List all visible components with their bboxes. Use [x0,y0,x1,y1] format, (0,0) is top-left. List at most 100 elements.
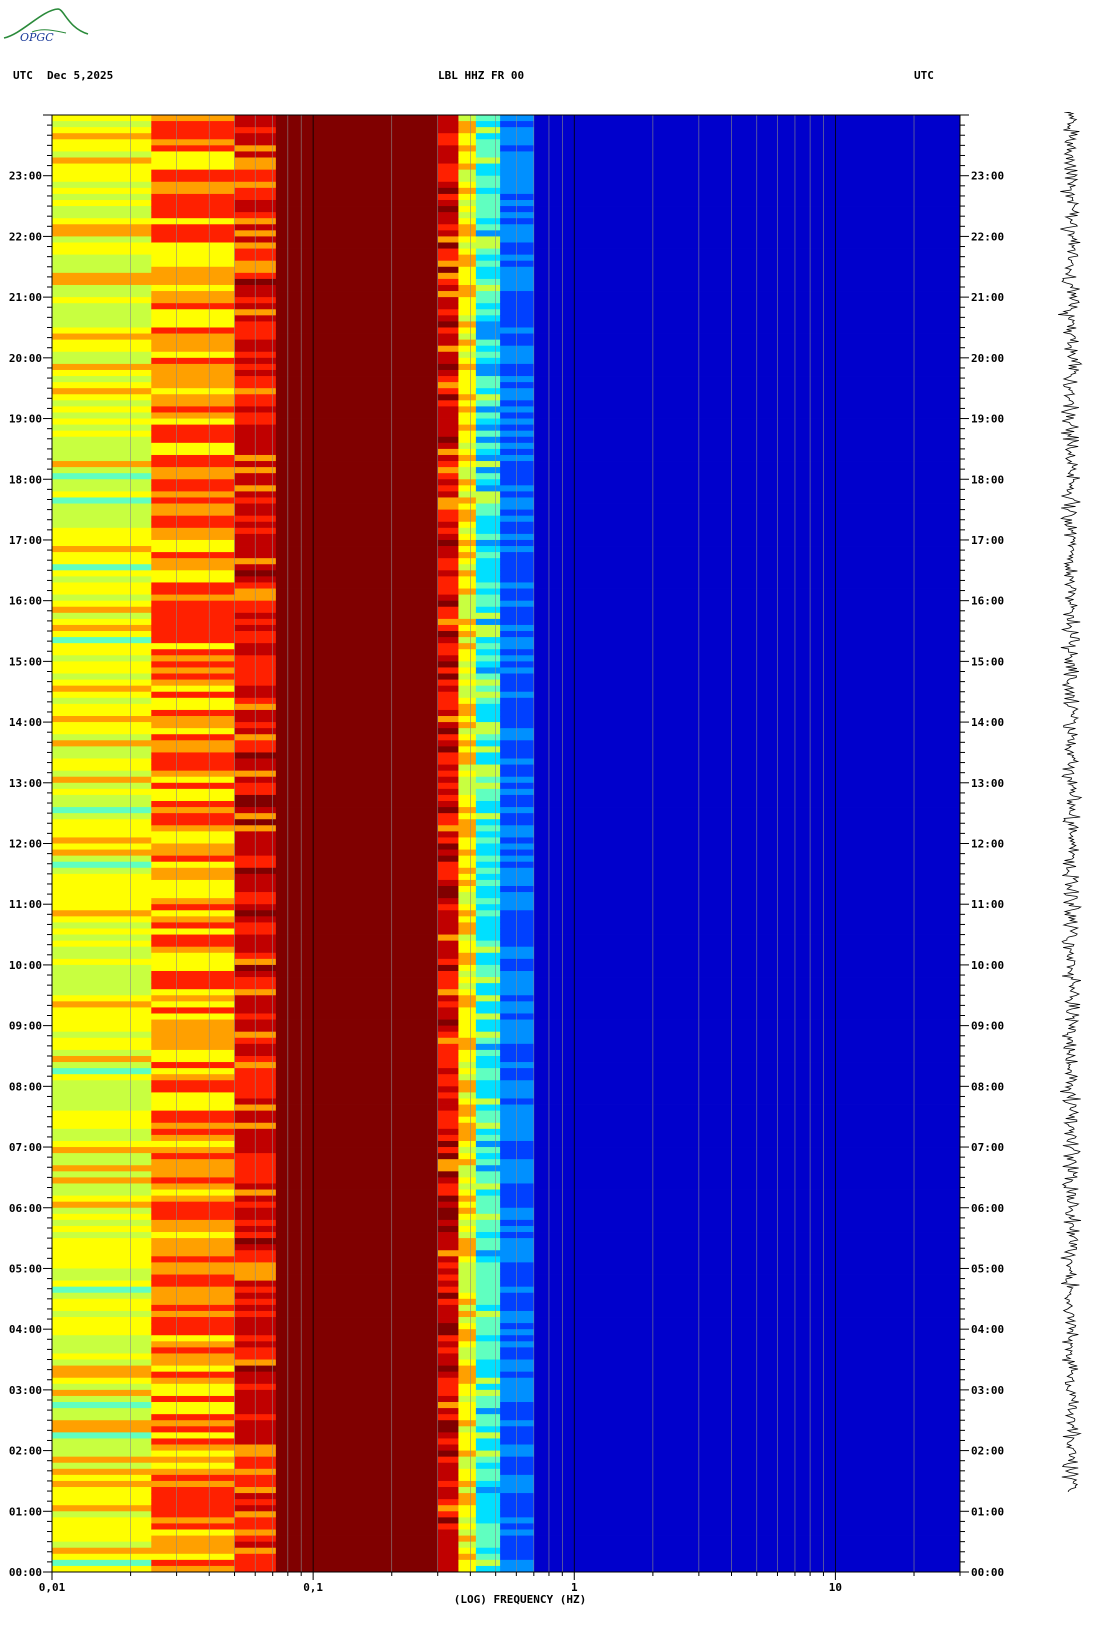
spectrogram-cell [275,406,439,413]
spectrogram-cell [275,315,439,322]
spectrogram-cell [437,1177,459,1184]
spectrogram-cell [475,1007,501,1014]
spectrogram-cell [475,1080,501,1087]
spectrogram-cell [533,697,961,705]
spectrogram-cell [151,509,235,517]
spectrogram-cell [151,1007,235,1014]
spectrogram-cell [151,382,235,389]
spectrogram-cell [475,400,501,407]
spectrogram-cell [437,1389,459,1397]
spectrogram-cell [151,643,235,650]
spectrogram-cell [458,1474,477,1482]
spectrogram-cell [458,527,477,535]
spectrogram-cell [533,709,961,717]
spectrogram-cell [437,958,459,966]
spectrogram-cell [475,1517,501,1524]
spectrogram-cell [475,758,501,765]
spectrogram-cell [437,728,459,735]
spectrogram-cell [500,600,535,608]
spectrogram-cell [52,1341,152,1348]
spectrogram-cell [52,278,152,286]
spectrogram-cell [458,1268,477,1275]
spectrogram-cell [458,1019,477,1027]
spectrogram-cell [151,964,235,972]
spectrogram-cell [437,983,459,990]
spectrogram-cell [52,788,152,796]
spectrogram-cell [533,515,961,523]
spectrogram-cell [151,333,235,341]
y-tick-label-left: 15:00 [9,655,42,668]
spectrogram-cell [151,266,235,274]
spectrogram-cell [500,813,535,820]
spectrogram-cell [458,1147,477,1154]
spectrogram-cell [475,309,501,316]
spectrogram-cell [458,1165,477,1172]
spectrogram-cell [52,1086,152,1093]
spectrogram-cell [151,940,235,948]
spectrogram-cell [437,709,459,717]
spectrogram-cell [151,1535,235,1543]
spectrogram-cell [533,825,961,832]
spectrogram-cell [275,958,439,966]
spectrogram-cell [500,807,535,814]
spectrogram-cell [52,1183,152,1190]
spectrogram-cell [500,697,535,705]
spectrogram-cell [275,855,439,863]
spectrogram-cell [475,1359,501,1366]
spectrogram-cell [500,236,535,243]
spectrogram-cell [437,1474,459,1482]
spectrogram-cell [533,673,961,680]
spectrogram-cell [458,145,477,152]
spectrogram-cell [500,206,535,213]
spectrogram-cell [151,606,235,614]
spectrogram-cell [500,1389,535,1397]
spectrogram-cell [275,1383,439,1391]
spectrogram-cell [500,1122,535,1130]
spectrogram-cell [52,1225,152,1233]
spectrogram-cell [458,1553,477,1561]
spectrogram-cell [52,1213,152,1221]
spectrogram-cell [533,1055,961,1063]
spectrogram-cell [458,904,477,911]
spectrogram-cell [533,1165,961,1172]
spectrogram-cell [533,473,961,480]
spectrogram-cell [151,1262,235,1269]
spectrogram-cell [500,1159,535,1166]
spectrogram-cell [151,624,235,632]
spectrogram-cell [475,248,501,256]
spectrogram-cell [151,272,235,280]
spectrogram-cell [275,618,439,626]
spectrogram-cell [52,1535,152,1543]
spectrogram-cell [151,1408,235,1415]
spectrogram-cell [52,503,152,510]
spectrogram-cell [500,1517,535,1524]
spectrogram-cell [52,291,152,298]
spectrogram-cell [458,1122,477,1130]
spectrogram-cell [437,278,459,286]
spectrogram-cell [52,1262,152,1269]
spectrogram-cell [52,1395,152,1403]
spectrogram-cell [500,369,535,377]
spectrogram-cell [475,1104,501,1112]
spectrogram-cell [475,230,501,237]
spectrogram-cell [533,746,961,753]
spectrogram-cell [275,801,439,808]
spectrogram-cell [500,1414,535,1421]
spectrogram-cell [437,115,459,122]
spectrogram-cell [437,284,459,292]
spectrogram-cell [437,406,459,413]
spectrogram-cell [458,539,477,547]
spectrogram-cell [437,333,459,341]
spectrogram-cell [437,388,459,395]
spectrogram-cell [151,861,235,869]
spectrogram-cell [52,1310,152,1318]
spectrogram-cell [275,886,439,893]
spectrogram-cell [151,758,235,765]
spectrogram-cell [151,461,235,468]
spectrogram-cell [458,940,477,948]
spectrogram-cell [475,224,501,231]
spectrogram-cell [475,612,501,620]
spectrogram-cell [437,1207,459,1215]
spectrogram-cell [500,254,535,262]
spectrogram-cell [475,582,501,589]
